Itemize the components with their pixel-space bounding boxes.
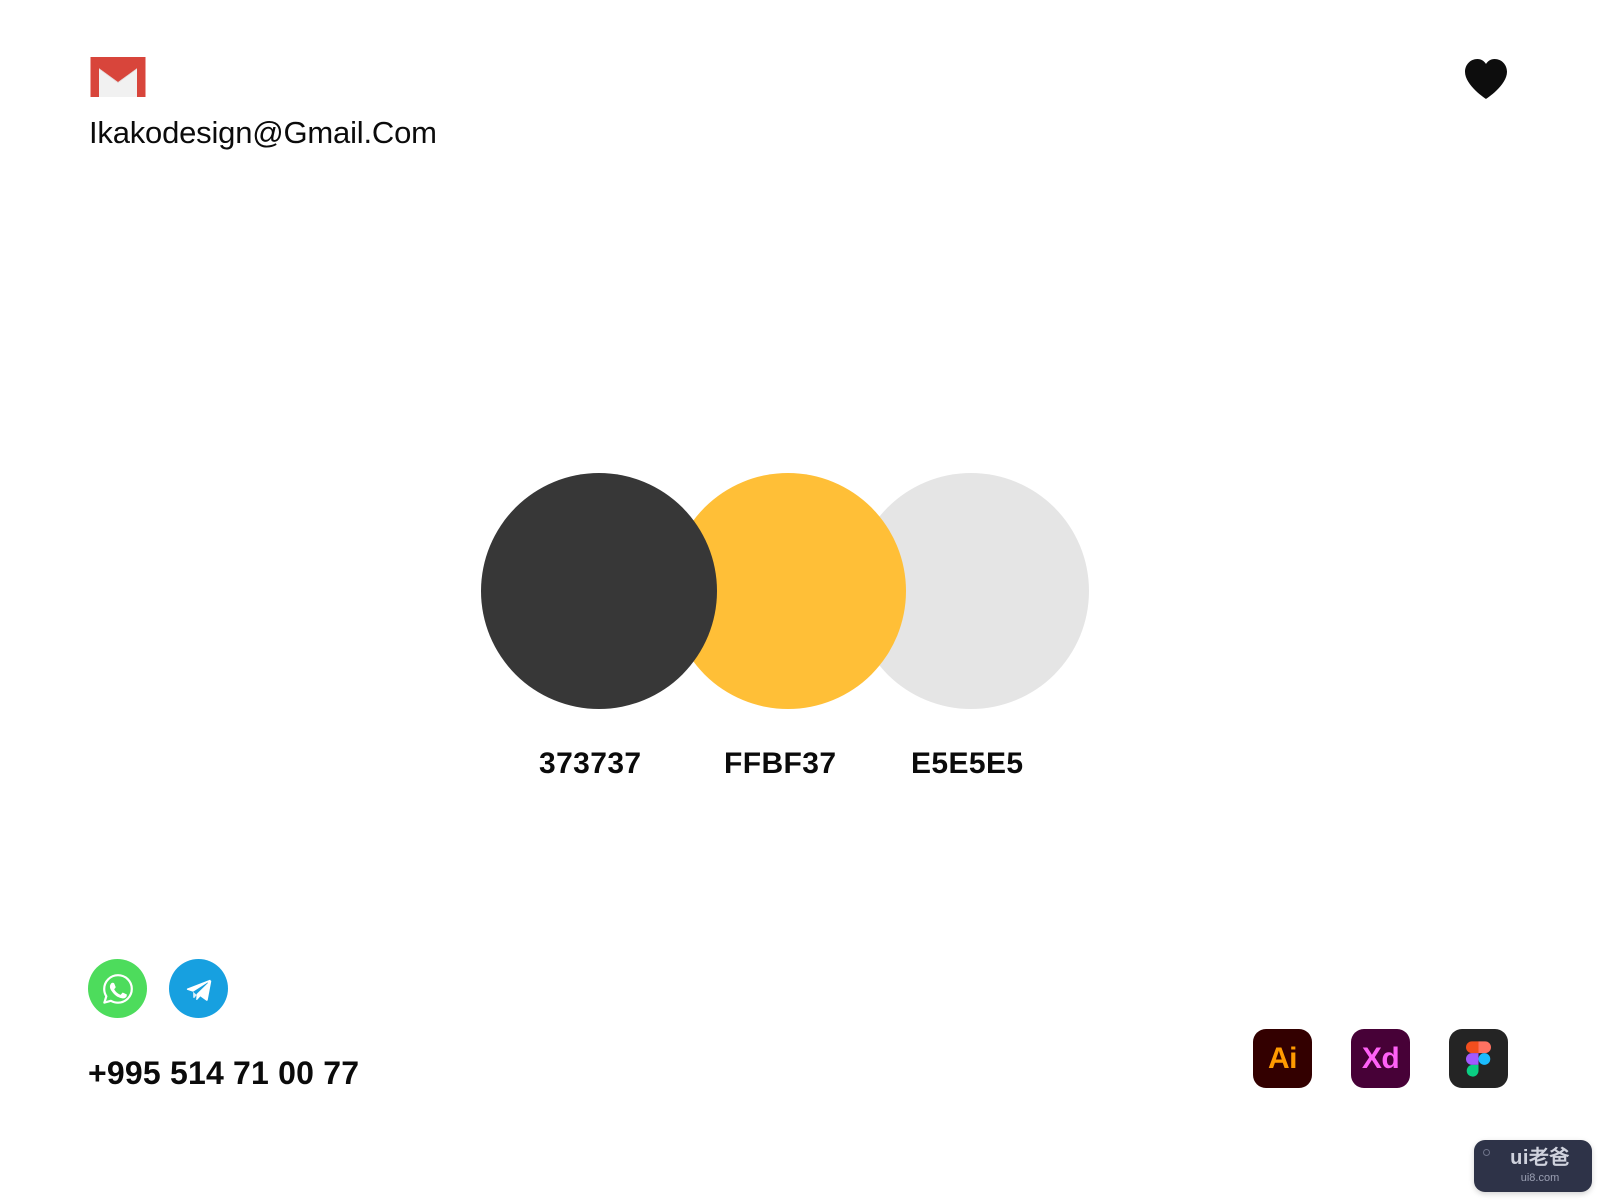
watermark-dot-icon <box>1483 1149 1490 1156</box>
palette-swatches <box>481 473 1113 709</box>
watermark-title: ui老爸 <box>1510 1147 1570 1169</box>
watermark-subtitle: ui8.com <box>1520 1172 1560 1184</box>
figma-icon[interactable] <box>1449 1029 1508 1088</box>
contact-header: Ikakodesign@Gmail.Com <box>89 55 437 148</box>
social-links <box>88 959 228 1018</box>
color-palette: 373737 FFBF37 E5E5E5 <box>481 473 1113 783</box>
watermark-badge: ui老爸 ui8.com <box>1474 1140 1592 1192</box>
app-icons: Ai Xd <box>1253 1029 1508 1088</box>
color-swatch-dark[interactable] <box>481 473 717 709</box>
whatsapp-icon[interactable] <box>88 959 147 1018</box>
hex-label-accent: FFBF37 <box>724 747 837 780</box>
gmail-icon <box>89 55 147 99</box>
hex-label-dark: 373737 <box>539 747 642 780</box>
adobe-illustrator-icon[interactable]: Ai <box>1253 1029 1312 1088</box>
telegram-icon[interactable] <box>169 959 228 1018</box>
email-address[interactable]: Ikakodesign@Gmail.Com <box>89 117 437 148</box>
palette-labels: 373737 FFBF37 E5E5E5 <box>481 749 1113 799</box>
adobe-xd-icon[interactable]: Xd <box>1351 1029 1410 1088</box>
hex-label-light: E5E5E5 <box>911 747 1024 780</box>
heart-icon[interactable] <box>1464 58 1508 100</box>
phone-number[interactable]: +995 514 71 00 77 <box>88 1057 359 1089</box>
